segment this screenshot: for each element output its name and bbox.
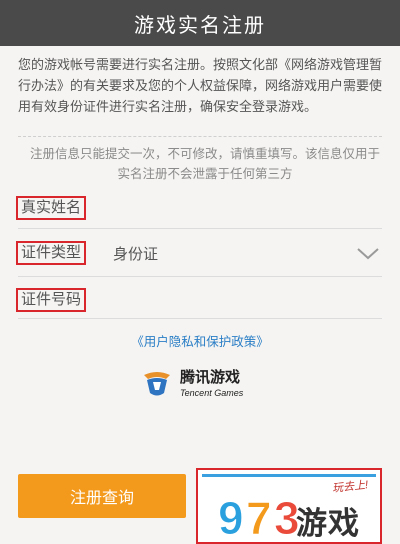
field-divider xyxy=(18,228,382,229)
id-type-label: 证件类型 xyxy=(21,244,82,261)
registration-query-button[interactable]: 注册查询 xyxy=(18,474,186,518)
intro-text: 您的游戏帐号需要进行实名注册。按照文化部《网络游戏管理暂行办法》的有关要求及您的… xyxy=(18,57,383,114)
field-divider xyxy=(18,318,382,319)
chevron-down-icon[interactable] xyxy=(356,246,380,262)
id-type-field[interactable]: 证件类型 xyxy=(16,241,87,265)
dialog-header: 游戏实名注册 xyxy=(0,0,400,46)
logo-cn-text: 腾讯游戏 xyxy=(180,369,241,386)
divider xyxy=(18,136,382,137)
svg-text:7: 7 xyxy=(246,492,272,544)
id-number-label: 证件号码 xyxy=(21,291,82,308)
logo-en-text: Tencent Games xyxy=(180,388,244,398)
tencent-games-logo-icon xyxy=(144,372,170,396)
real-name-field[interactable]: 真实姓名 xyxy=(16,196,87,220)
id-number-field[interactable]: 证件号码 xyxy=(16,288,87,312)
field-divider xyxy=(18,276,382,277)
watermark-cn-text: 游戏 xyxy=(296,506,360,541)
real-name-label: 真实姓名 xyxy=(21,199,82,216)
privacy-policy-link[interactable]: 《用户隐私和保护政策》 xyxy=(0,331,400,350)
svg-text:9: 9 xyxy=(218,492,244,544)
tencent-games-logo: 腾讯游戏 Tencent Games xyxy=(140,364,260,404)
notice-text: 注册信息只能提交一次，不可修改，请慎重填写。该信息仅用于实名注册不会泄露于任何第… xyxy=(30,147,381,181)
dialog-title: 游戏实名注册 xyxy=(134,14,266,37)
id-type-select[interactable]: 身份证 xyxy=(113,243,158,264)
